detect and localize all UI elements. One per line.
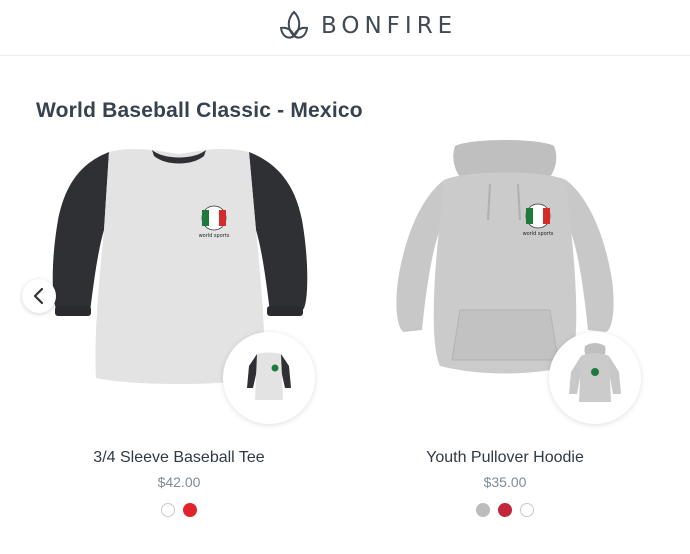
product-price: $42.00 xyxy=(157,474,201,490)
site-header: BONFIRE xyxy=(0,0,690,56)
product-card[interactable]: world sports 3/4 Sleeve Baseball Tee $42… xyxy=(14,140,344,540)
collection-title: World Baseball Classic - Mexico xyxy=(36,99,363,122)
svg-text:world sports: world sports xyxy=(199,233,230,239)
product-price: $35.00 xyxy=(483,474,527,490)
svg-text:world sports: world sports xyxy=(523,231,554,237)
product-thumbnail[interactable] xyxy=(549,332,641,424)
color-swatches xyxy=(340,503,670,517)
swatch-white[interactable] xyxy=(520,503,534,517)
product-name[interactable]: 3/4 Sleeve Baseball Tee xyxy=(14,449,344,467)
product-card[interactable]: world sports Youth Pullover Hoodie $35.0… xyxy=(340,140,670,540)
bonfire-leaf-icon xyxy=(279,10,309,39)
swatch-red[interactable] xyxy=(498,503,512,517)
brand-name: BONFIRE xyxy=(321,13,458,39)
carousel-prev-button[interactable] xyxy=(22,279,56,313)
swatch-heather-grey[interactable] xyxy=(476,503,490,517)
swatch-white[interactable] xyxy=(161,503,175,517)
swatch-red[interactable] xyxy=(183,503,197,517)
brand-logo[interactable]: BONFIRE xyxy=(279,9,457,43)
color-swatches xyxy=(14,503,344,517)
product-thumbnail[interactable] xyxy=(223,332,315,424)
chevron-left-icon xyxy=(33,287,44,305)
product-name[interactable]: Youth Pullover Hoodie xyxy=(340,449,670,467)
